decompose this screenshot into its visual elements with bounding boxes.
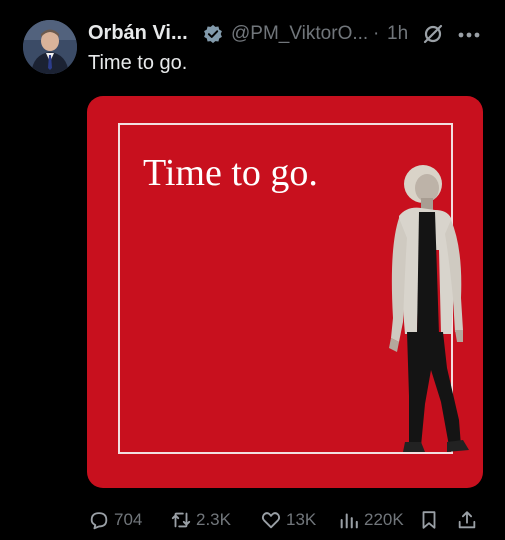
views-button[interactable]: 220K bbox=[338, 507, 404, 533]
verified-badge-icon bbox=[204, 24, 222, 44]
author-name[interactable]: Orbán Vi... bbox=[88, 22, 188, 45]
repost-button[interactable]: 2.3K bbox=[170, 507, 231, 533]
author-handle[interactable]: @PM_ViktorO... bbox=[231, 23, 368, 45]
share-upload-icon bbox=[458, 511, 476, 529]
tweet-timestamp[interactable]: 1h bbox=[387, 23, 408, 45]
bookmark-icon bbox=[422, 511, 436, 529]
tweet-text: Time to go. bbox=[88, 52, 188, 74]
reply-button[interactable]: 704 bbox=[88, 507, 142, 533]
reply-icon bbox=[90, 512, 108, 530]
like-button[interactable]: 13K bbox=[260, 507, 316, 533]
author-avatar[interactable] bbox=[23, 20, 77, 74]
like-count: 13K bbox=[286, 510, 317, 529]
more-options-icon[interactable] bbox=[458, 32, 480, 38]
bookmark-button[interactable] bbox=[418, 507, 444, 533]
view-count: 220K bbox=[364, 510, 404, 529]
repost-icon bbox=[171, 512, 191, 528]
separator-dot: · bbox=[373, 23, 380, 44]
tweet-header: Orbán Vi... @PM_ViktorO... · 1h bbox=[88, 22, 493, 46]
grok-icon[interactable] bbox=[422, 23, 444, 45]
share-button[interactable] bbox=[456, 507, 482, 533]
heart-icon bbox=[261, 512, 281, 529]
woman-walking-figure bbox=[389, 165, 469, 452]
tweet-media-image[interactable]: Time to go. bbox=[87, 96, 483, 488]
reply-count: 704 bbox=[114, 510, 143, 529]
repost-count: 2.3K bbox=[196, 510, 231, 529]
tweet-actions-bar: 704 2.3K 13K 220K bbox=[88, 507, 495, 533]
analytics-bars-icon bbox=[340, 513, 358, 529]
media-caption-text: Time to go. bbox=[143, 152, 318, 194]
